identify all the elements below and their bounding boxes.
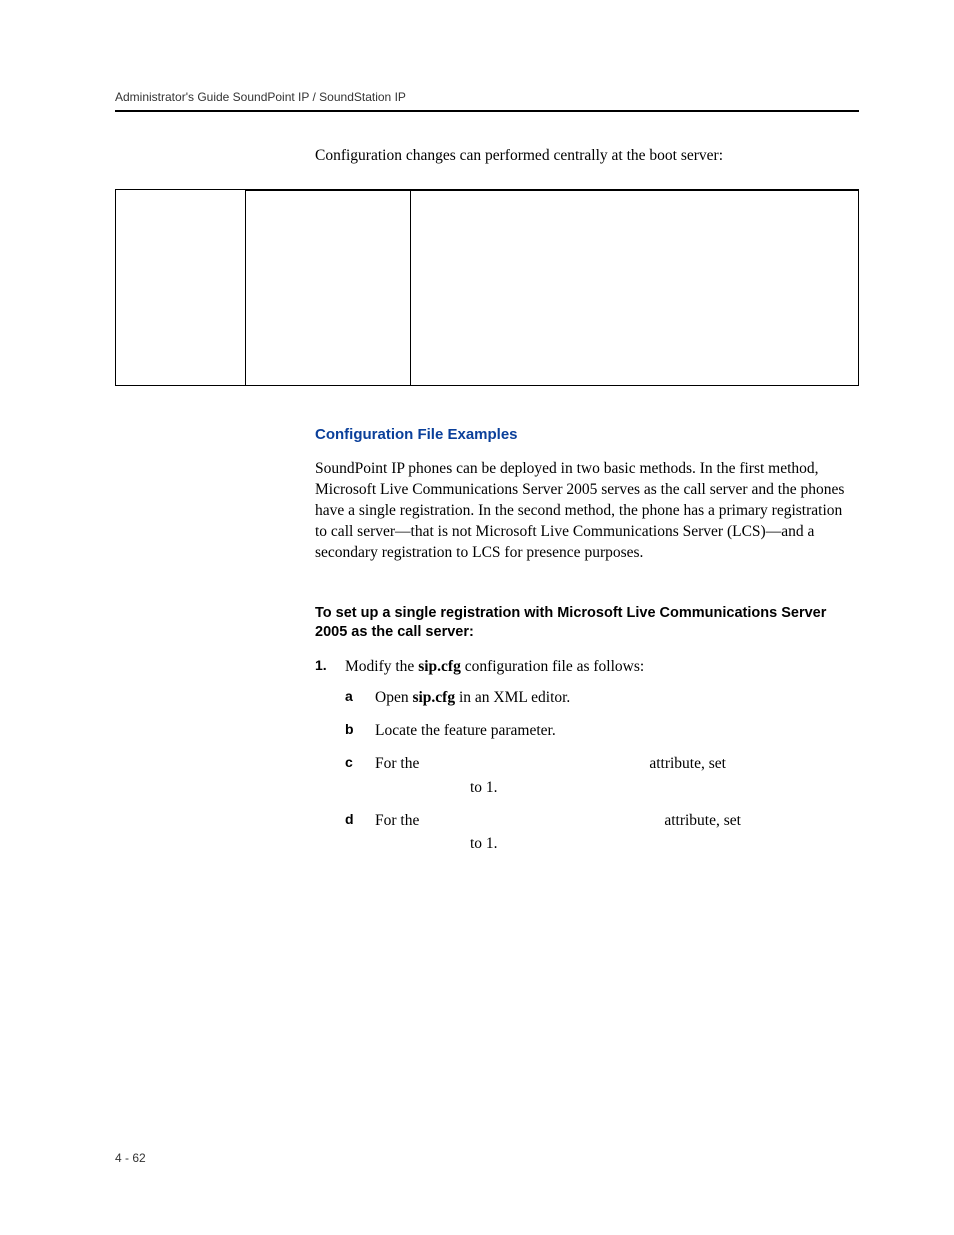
numbered-list: 1. Modify the sip.cfg configuration file…: [315, 655, 849, 856]
text: Open: [375, 689, 412, 706]
step-text: Modify the sip.cfg configuration file as…: [345, 658, 644, 675]
examples-body: SoundPoint IP phones can be deployed in …: [315, 459, 849, 564]
list-item: c For the attribute, set to 1.: [345, 752, 849, 799]
substep-text: Locate the feature parameter.: [375, 722, 556, 739]
substep-letter: c: [345, 752, 353, 773]
list-item: 1. Modify the sip.cfg configuration file…: [315, 655, 849, 856]
text: attribute, set: [649, 755, 726, 772]
substep-letter: b: [345, 719, 354, 740]
intro-text: Configuration changes can performed cent…: [315, 146, 849, 167]
section-heading-examples: Configuration File Examples: [315, 426, 849, 443]
substep-text: Open sip.cfg in an XML editor.: [375, 689, 570, 706]
substep-letter: d: [345, 809, 354, 830]
procedure-title: To set up a single registration with Mic…: [315, 604, 849, 643]
list-item: a Open sip.cfg in an XML editor.: [345, 686, 849, 709]
text: in an XML editor.: [455, 689, 570, 706]
step-number: 1.: [315, 655, 327, 676]
text: Modify the: [345, 658, 418, 675]
substep-text: For the attribute, set to 1.: [375, 812, 741, 852]
running-header: Administrator's Guide SoundPoint IP / So…: [115, 90, 859, 104]
list-item: b Locate the feature parameter.: [345, 719, 849, 742]
filename: sip.cfg: [412, 689, 455, 706]
header-rule: [115, 110, 859, 112]
text: configuration file as follows:: [461, 658, 644, 675]
substep-text: For the attribute, set to 1.: [375, 755, 726, 795]
config-table: [115, 189, 859, 386]
substep-letter: a: [345, 686, 353, 707]
lettered-list: a Open sip.cfg in an XML editor. b Locat…: [345, 686, 849, 856]
list-item: d For the attribute, set to 1.: [345, 809, 849, 856]
text: to 1.: [470, 779, 498, 796]
text: to 1.: [470, 835, 498, 852]
page-number: 4 - 62: [115, 1151, 146, 1165]
filename: sip.cfg: [418, 658, 461, 675]
text: For the: [375, 755, 419, 772]
text: attribute, set: [664, 812, 741, 829]
text: For the: [375, 812, 419, 829]
